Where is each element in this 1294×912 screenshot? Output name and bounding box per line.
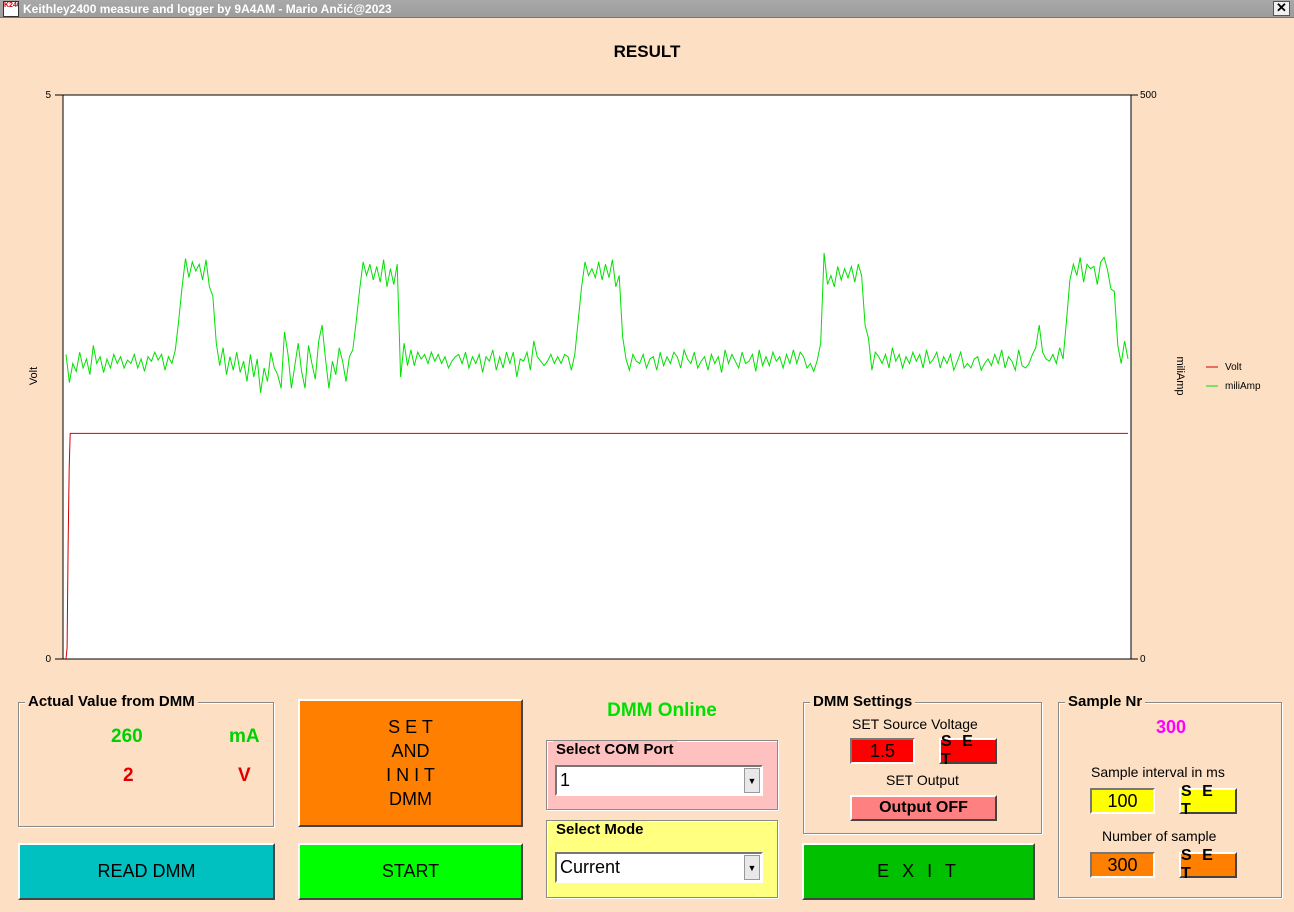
com-port-value: 1 xyxy=(560,770,571,790)
sample-interval-label: Sample interval in ms xyxy=(1091,764,1225,780)
y-tick-bottom: 0 xyxy=(45,654,51,665)
sample-count: 300 xyxy=(1155,717,1187,737)
plot-area xyxy=(62,94,1132,660)
mode-legend: Select Mode xyxy=(553,821,647,838)
actual-value-group: Actual Value from DMM 260 mA 2 V xyxy=(18,693,274,827)
y2-axis-label: miliAmp xyxy=(1174,356,1186,395)
source-voltage-input[interactable]: 1.5 xyxy=(850,738,915,764)
set-init-line-1: S E T xyxy=(388,717,433,737)
set-init-line-4: DMM xyxy=(389,789,432,809)
y2-tick-bottom: 0 xyxy=(1140,654,1146,665)
y-axis-label: Volt xyxy=(28,367,40,385)
mode-value: Current xyxy=(560,857,621,877)
app-window: K2400 Keithley2400 measure and logger by… xyxy=(0,0,1294,912)
set-init-dmm-button[interactable]: S E T AND I N I T DMM xyxy=(298,699,523,827)
read-dmm-label: READ DMM xyxy=(97,861,196,881)
com-port-dropdown-icon[interactable]: ▼ xyxy=(744,768,760,793)
mode-dropdown-icon[interactable]: ▼ xyxy=(744,855,760,880)
exit-button[interactable]: E X I T xyxy=(802,843,1035,900)
start-button[interactable]: START xyxy=(298,843,523,900)
legend-volt-label: Volt xyxy=(1225,362,1242,373)
exit-label: E X I T xyxy=(877,861,960,881)
set-output-label: SET Output xyxy=(886,772,959,788)
set-init-line-3: I N I T xyxy=(386,765,435,785)
voltage-unit: V xyxy=(238,765,251,786)
result-chart: 5 0 500 0 Volt miliAmp Volt miliAmp xyxy=(28,90,1261,665)
source-voltage-label: SET Source Voltage xyxy=(852,716,978,732)
sample-interval-input[interactable]: 100 xyxy=(1090,788,1155,814)
start-label: START xyxy=(381,861,440,881)
current-unit: mA xyxy=(229,726,260,747)
com-port-group: Select COM Port 1 ▼ xyxy=(546,740,778,810)
voltage-value: 2 xyxy=(123,765,134,786)
sample-interval-set-button[interactable]: S E T xyxy=(1179,783,1237,818)
number-of-sample-label: Number of sample xyxy=(1102,828,1217,844)
read-dmm-button[interactable]: READ DMM xyxy=(18,843,275,900)
actual-value-legend: Actual Value from DMM xyxy=(25,693,198,710)
com-port-select[interactable]: 1 ▼ xyxy=(555,765,763,796)
y-tick-top: 5 xyxy=(45,90,51,101)
dmm-settings-legend: DMM Settings xyxy=(810,693,916,710)
set-init-line-2: AND xyxy=(391,741,430,761)
sample-legend: Sample Nr xyxy=(1065,693,1146,710)
chart-legend: Volt miliAmp xyxy=(1206,362,1261,392)
dmm-status: DMM Online xyxy=(607,700,717,721)
dmm-settings-group: DMM Settings SET Source Voltage 1.5 S E … xyxy=(803,693,1042,834)
y2-tick-top: 500 xyxy=(1140,90,1157,101)
source-voltage-set-button[interactable]: S E T xyxy=(939,733,997,768)
mode-select[interactable]: Current ▼ xyxy=(555,852,763,883)
output-toggle-button[interactable]: Output OFF xyxy=(850,795,997,821)
legend-miliamp-label: miliAmp xyxy=(1225,381,1261,392)
com-port-legend: Select COM Port xyxy=(553,741,677,758)
number-of-sample-input[interactable]: 300 xyxy=(1090,852,1155,878)
current-value: 260 xyxy=(111,726,143,747)
mode-group: Select Mode Current ▼ xyxy=(546,820,778,898)
sample-group: Sample Nr 300 Sample interval in ms 100 … xyxy=(1058,693,1282,898)
number-of-sample-set-button[interactable]: S E T xyxy=(1179,847,1237,882)
